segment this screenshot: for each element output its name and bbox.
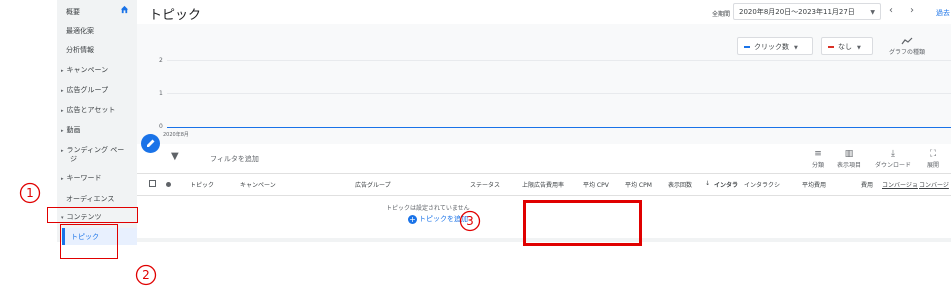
sidebar-item-campaigns[interactable]: ▸ キャンペーン — [61, 65, 108, 75]
svg-text:2: 2 — [142, 268, 150, 282]
column-header[interactable]: トピック — [190, 180, 214, 189]
column-header[interactable]: 費用 — [861, 180, 873, 189]
trend-line-icon — [901, 37, 913, 45]
download-button[interactable]: ⤓ ダウンロード — [875, 149, 911, 169]
sidebar-item-videos[interactable]: ▸ 動画 — [61, 125, 81, 135]
dropdown-caret-icon: ▼ — [870, 9, 875, 16]
y-tick-label: 1 — [159, 90, 163, 97]
metric-selector-primary[interactable]: クリック数 ▼ — [737, 37, 813, 55]
column-header[interactable]: 平均 CPM — [625, 180, 652, 189]
filter-icon[interactable]: ▼ — [171, 151, 179, 162]
sidebar-item-ad-groups[interactable]: ▸ 広告グループ — [61, 85, 108, 95]
chevron-right-icon: ▸ — [61, 128, 64, 134]
column-header[interactable]: キャンペーン — [240, 180, 276, 189]
filter-bar: ▼ フィルタを追加 ≡ 分類 ▥ 表示項目 ⤓ ダウンロード ⛶ 展開 — [137, 145, 951, 173]
dropdown-caret-icon: ▼ — [857, 45, 861, 51]
annotation-box-add-topic — [523, 200, 642, 246]
column-header[interactable]: インタラ — [714, 180, 738, 189]
x-tick-label: 2020年8月 — [163, 132, 189, 138]
chevron-right-icon: ▸ — [61, 176, 64, 182]
series-color-swatch — [828, 46, 834, 48]
gridline — [167, 60, 951, 61]
annotation-marker-1: 1 — [19, 182, 41, 204]
home-icon — [120, 5, 129, 14]
date-range-picker[interactable]: 2020年8月20日～2023年11月27日 ▼ — [733, 3, 881, 20]
graph-type-button[interactable]: グラフの種類 — [887, 37, 927, 56]
gridline — [167, 93, 951, 94]
past-period-link[interactable]: 過去 — [936, 8, 950, 18]
sidebar-item-overview[interactable]: 概要 — [66, 7, 80, 17]
y-tick-label: 0 — [159, 123, 163, 130]
page-title: トピック — [149, 8, 202, 23]
download-icon: ⤓ — [891, 149, 895, 159]
annotation-box-topics — [60, 224, 118, 259]
table-header: トピック キャンペーン 広告グループ ステータス 上限広告費用率 平均 CPV … — [137, 173, 951, 196]
column-header[interactable]: ステータス — [470, 180, 500, 189]
column-header[interactable]: 表示回数 — [668, 180, 692, 189]
column-header[interactable]: インタラクシ — [744, 180, 780, 189]
column-header[interactable]: コンバージ — [919, 180, 949, 189]
annotation-marker-3: 3 — [459, 210, 481, 232]
y-tick-label: 2 — [159, 57, 163, 64]
sort-arrow-icon: ↓ — [705, 180, 711, 187]
chevron-right-icon: ▸ — [61, 148, 64, 154]
column-header[interactable]: 平均 CPV — [583, 180, 609, 189]
column-header[interactable]: 上限広告費用率 — [522, 180, 564, 189]
column-header[interactable]: 平均費用 — [802, 180, 826, 189]
previous-period-button[interactable]: ‹ — [889, 5, 893, 16]
sidebar: 概要 最適化案 分析情報 ▸ キャンペーン ▸ 広告グループ ▸ 広告とアセット ▸ 動… — [57, 0, 137, 242]
segment-button[interactable]: ≡ 分類 — [812, 149, 824, 169]
sidebar-item-recommendations[interactable]: 最適化案 — [66, 26, 94, 36]
select-all-checkbox[interactable] — [149, 180, 156, 187]
segment-icon: ≡ — [814, 149, 822, 159]
expand-icon: ⛶ — [929, 149, 937, 159]
annotation-marker-2: 2 — [135, 264, 157, 286]
chevron-right-icon: ▸ — [61, 88, 64, 94]
metric-selector-secondary[interactable]: なし ▼ — [821, 37, 873, 55]
svg-text:3: 3 — [466, 214, 474, 228]
expand-button[interactable]: ⛶ 展開 — [927, 149, 939, 169]
next-period-button[interactable]: › — [910, 5, 914, 16]
status-dot-icon — [166, 182, 171, 187]
chevron-right-icon: ▸ — [61, 108, 64, 114]
period-label: 全期間 — [712, 11, 731, 18]
sidebar-item-audiences[interactable]: オーディエンス — [66, 194, 114, 204]
plus-icon: + — [408, 214, 417, 224]
column-header[interactable]: コンバージョ — [882, 180, 918, 189]
columns-button[interactable]: ▥ 表示項目 — [837, 149, 861, 169]
sidebar-item-keywords[interactable]: ▸ キーワード — [61, 173, 102, 183]
columns-icon: ▥ — [844, 149, 854, 159]
sidebar-item-landing-pages-line2: ジ — [70, 155, 77, 163]
dropdown-caret-icon: ▼ — [794, 45, 798, 51]
svg-text:1: 1 — [26, 186, 34, 200]
chart-series-line — [167, 127, 951, 128]
add-filter-input[interactable]: フィルタを追加 — [210, 154, 259, 164]
chevron-right-icon: ▸ — [61, 68, 64, 74]
sidebar-item-insights[interactable]: 分析情報 — [66, 45, 94, 55]
sidebar-item-ads-assets[interactable]: ▸ 広告とアセット — [61, 105, 115, 115]
annotation-box-content — [47, 207, 138, 223]
series-color-swatch — [744, 46, 750, 48]
column-header[interactable]: 広告グループ — [355, 180, 391, 189]
empty-state-message: トピックは設定されていません — [386, 205, 470, 212]
